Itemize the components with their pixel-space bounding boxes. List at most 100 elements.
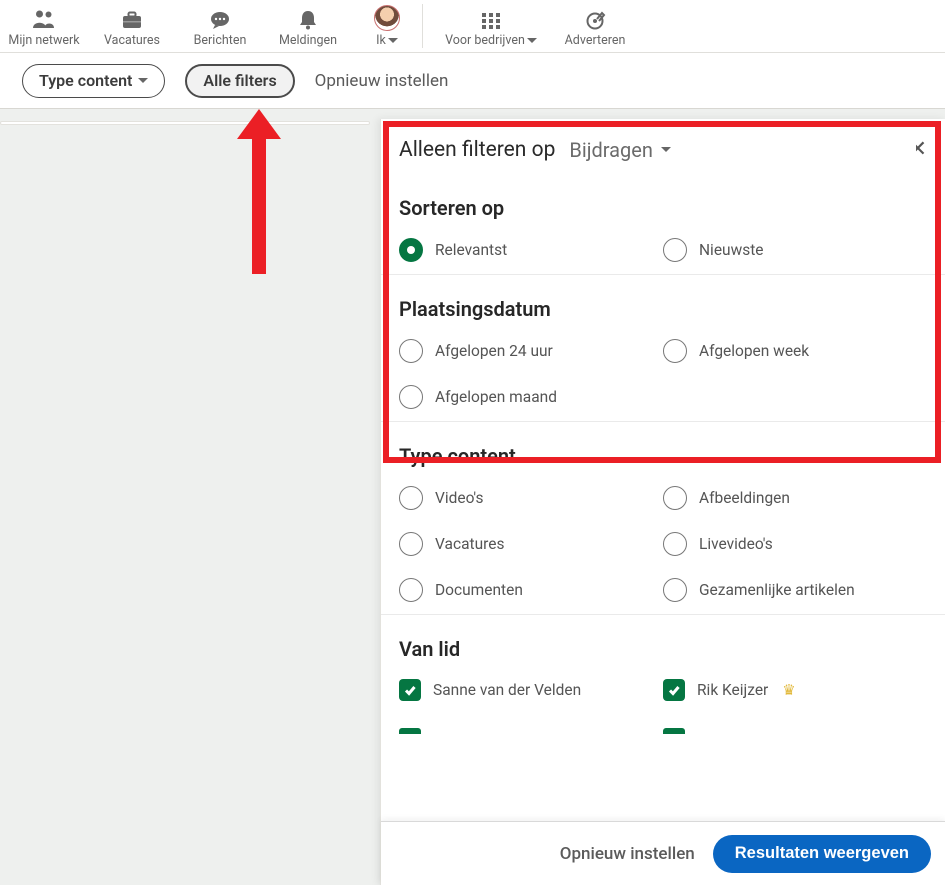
radio-ctype-videos[interactable]: Video's [399,486,663,510]
radio-date-24h-label: Afgelopen 24 uur [435,342,553,360]
left-panel-stub [0,121,370,125]
nav-group-secondary: Voor bedrijven Adverteren [431,0,639,52]
nav-notifications-label: Meldingen [279,33,337,48]
caret-down-icon [527,38,537,43]
nav-network[interactable]: Mijn netwerk [0,0,88,52]
avatar-icon [374,5,400,31]
filter-chip-row: Type content Alle filters Opnieuw instel… [0,53,945,109]
caret-down-icon [388,38,398,43]
nav-jobs[interactable]: Vacatures [88,0,176,52]
radio-icon [663,486,687,510]
radio-ctype-images-label: Afbeeldingen [699,489,790,507]
chk-member-1[interactable]: Sanne van der Velden [399,679,663,701]
radio-icon [399,339,423,363]
nav-business[interactable]: Voor bedrijven [431,0,551,52]
chk-member-2[interactable]: Rik Keijzer ♛ [663,679,927,701]
radio-ctype-collab[interactable]: Gezamenlijke artikelen [663,578,927,602]
radio-ctype-docs[interactable]: Documenten [399,578,663,602]
checkbox-checked-icon [663,679,685,701]
nav-advertise-label: Adverteren [565,33,626,48]
radio-ctype-collab-label: Gezamenlijke artikelen [699,581,855,599]
nav-messages-label: Berichten [194,33,247,48]
radio-ctype-jobs-label: Vacatures [435,535,504,553]
nav-network-label: Mijn netwerk [8,33,79,48]
nav-advertise[interactable]: Adverteren [551,0,639,52]
caret-down-icon [661,147,671,152]
radio-sort-relevance[interactable]: Relevantst [399,238,663,262]
chk-member-1-label: Sanne van der Velden [433,681,581,699]
annotation-arrow [237,109,281,274]
section-ctype: Type content Video's Afbeeldingen Vacatu… [381,422,945,615]
chip-all-filters-label: Alle filters [203,71,276,90]
radio-date-month[interactable]: Afgelopen maand [399,385,663,409]
section-date-title: Plaatsingsdatum [399,297,927,321]
radio-icon [399,486,423,510]
top-nav: Mijn netwerk Vacatures Berichten Me [0,0,945,53]
radio-ctype-docs-label: Documenten [435,581,523,599]
radio-icon [399,238,423,262]
crown-icon: ♛ [782,681,795,699]
radio-icon [399,532,423,556]
checkbox-partial-icon [663,728,685,734]
filters-panel-body: Alleen filteren op Bijdragen ✕ Sorteren … [381,119,945,821]
chk-member-2-label: Rik Keijzer [697,681,768,699]
radio-icon [663,238,687,262]
radio-icon [663,578,687,602]
close-icon[interactable]: ✕ [909,137,927,162]
target-icon [584,9,606,31]
nav-divider [422,4,423,48]
section-sort: Sorteren op Relevantst Nieuwste [381,174,945,275]
briefcase-icon [120,9,144,31]
arrow-stem [252,139,266,274]
panel-scope-dropdown[interactable]: Bijdragen [569,138,671,162]
panel-scope-value: Bijdragen [569,138,653,162]
radio-date-week[interactable]: Afgelopen week [663,339,927,363]
radio-ctype-livevideo-label: Livevideo's [699,535,773,553]
radio-icon [399,385,423,409]
radio-ctype-images[interactable]: Afbeeldingen [663,486,927,510]
radio-date-week-label: Afgelopen week [699,342,809,360]
radio-sort-newest-label: Nieuwste [699,241,764,259]
content-area: Alleen filteren op Bijdragen ✕ Sorteren … [0,109,945,885]
panel-footer: Opnieuw instellen Resultaten weergeven [381,821,945,885]
nav-messages[interactable]: Berichten [176,0,264,52]
nav-me[interactable]: Ik [352,0,422,52]
section-date: Plaatsingsdatum Afgelopen 24 uur Afgelop… [381,275,945,422]
radio-ctype-jobs[interactable]: Vacatures [399,532,663,556]
radio-icon [399,578,423,602]
footer-reset-button[interactable]: Opnieuw instellen [560,844,695,864]
nav-me-label: Ik [376,33,386,48]
panel-title: Alleen filteren op [399,138,555,162]
chat-icon [208,9,232,31]
nav-notifications[interactable]: Meldingen [264,0,352,52]
section-from: Van lid Sanne van der Velden Rik Keijzer [381,615,945,750]
radio-ctype-videos-label: Video's [435,489,484,507]
checkbox-checked-icon [399,679,421,701]
bell-icon [296,9,320,31]
filters-panel: Alleen filteren op Bijdragen ✕ Sorteren … [380,119,945,885]
footer-show-results-button[interactable]: Resultaten weergeven [713,835,931,873]
caret-down-icon [138,78,148,83]
grid-icon [480,11,502,31]
chip-all-filters[interactable]: Alle filters [185,64,294,98]
section-from-title: Van lid [399,637,927,661]
chip-type-content-label: Type content [39,71,132,90]
nav-business-label: Voor bedrijven [445,33,525,48]
checkbox-partial-icon [399,728,421,734]
nav-jobs-label: Vacatures [104,33,160,48]
panel-header: Alleen filteren op Bijdragen ✕ [381,119,945,174]
radio-icon [663,339,687,363]
radio-ctype-livevideo[interactable]: Livevideo's [663,532,927,556]
radio-icon [663,532,687,556]
radio-date-month-label: Afgelopen maand [435,388,557,406]
nav-group-primary: Mijn netwerk Vacatures Berichten Me [0,0,422,52]
radio-sort-newest[interactable]: Nieuwste [663,238,927,262]
reset-link[interactable]: Opnieuw instellen [315,71,449,91]
chip-type-content[interactable]: Type content [22,64,165,98]
people-icon [32,9,56,31]
arrow-head-icon [237,109,281,139]
section-ctype-title: Type content [399,444,927,468]
section-sort-title: Sorteren op [399,196,927,220]
radio-sort-relevance-label: Relevantst [435,241,507,259]
radio-date-24h[interactable]: Afgelopen 24 uur [399,339,663,363]
